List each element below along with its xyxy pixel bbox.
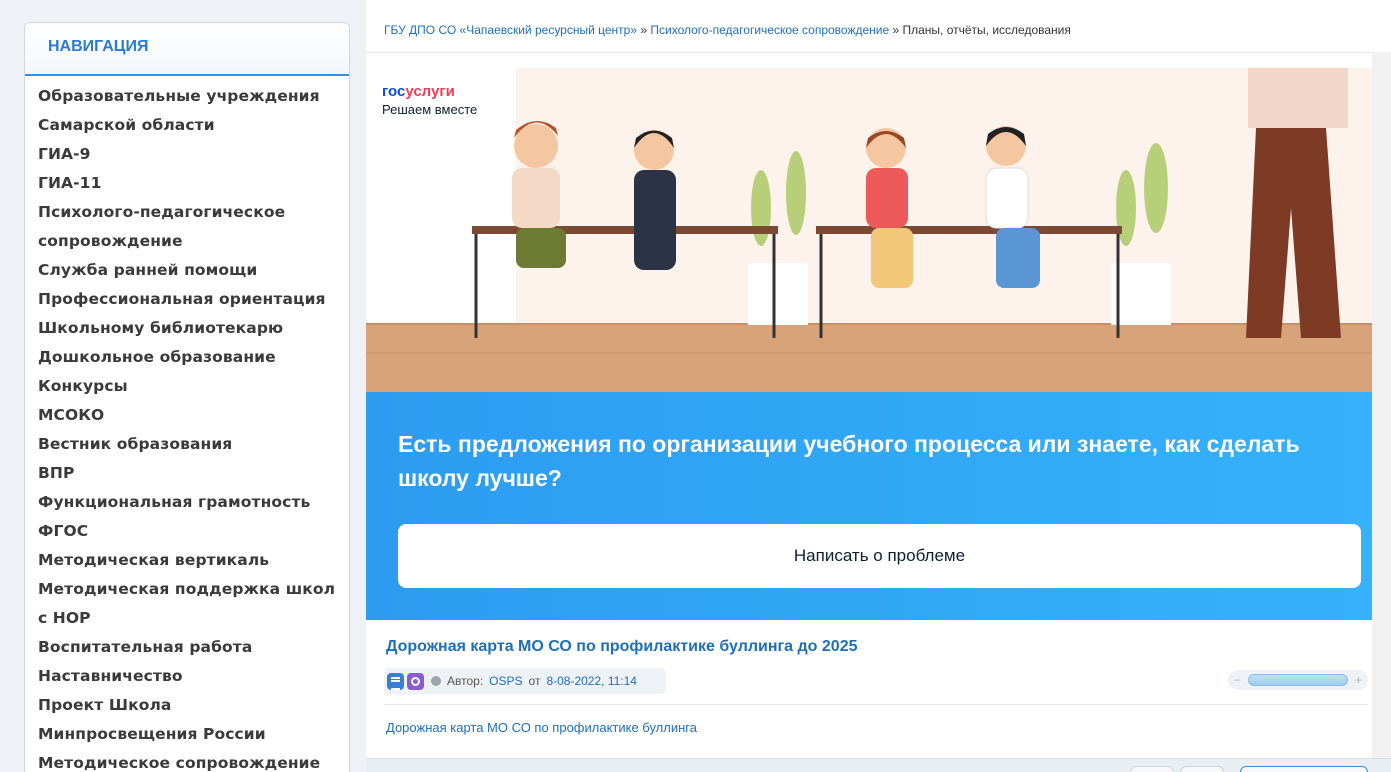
footer-tab-button[interactable] bbox=[1180, 766, 1224, 772]
breadcrumb-separator: » bbox=[889, 23, 903, 37]
sidebar-item[interactable]: Вестник образования bbox=[38, 430, 349, 459]
gosuslugi-logo: госуслуги Решаем вместе bbox=[382, 83, 477, 117]
list-icon[interactable] bbox=[387, 672, 404, 690]
footer-more-button[interactable] bbox=[1240, 766, 1368, 772]
article-title-link[interactable]: Дорожная карта МО СО по профилактике бул… bbox=[386, 638, 858, 656]
article-meta: Автор: OSPS от 8-08-2022, 11:14 bbox=[384, 668, 666, 694]
classroom-illustration-image bbox=[366, 68, 1372, 392]
date-prefix: от bbox=[528, 674, 541, 688]
rating-widget: − + bbox=[1228, 670, 1368, 690]
footer-tab-button[interactable] bbox=[1130, 766, 1174, 772]
breadcrumb-link-section[interactable]: Психолого-педагогическое сопровождение bbox=[650, 23, 889, 37]
classroom-illustration: госуслуги Решаем вместе bbox=[366, 68, 1372, 392]
sidebar-item[interactable]: сопровождение bbox=[38, 227, 349, 256]
sidebar-item[interactable]: ГИА-9 bbox=[38, 140, 349, 169]
sidebar-item[interactable]: Школьному библиотекарю bbox=[38, 314, 349, 343]
sidebar-item[interactable]: ГИА-11 bbox=[38, 169, 349, 198]
sidebar-item[interactable]: Функциональная грамотность bbox=[38, 488, 349, 517]
sidebar-title: НАВИГАЦИЯ bbox=[48, 38, 149, 55]
sidebar-item[interactable]: ВПР bbox=[38, 459, 349, 488]
info-icon bbox=[431, 676, 441, 686]
sidebar-item[interactable]: Наставничество bbox=[38, 662, 349, 691]
sidebar-item[interactable]: Воспитательная работа bbox=[38, 633, 349, 662]
article-summary-link[interactable]: Дорожная карта МО СО по профилактике бул… bbox=[386, 720, 697, 735]
breadcrumb: ГБУ ДПО СО «Чапаевский ресурсный центр» … bbox=[384, 23, 1071, 37]
sidebar-item[interactable]: ФГОС bbox=[38, 517, 349, 546]
article-footer-bar bbox=[366, 758, 1391, 772]
divider bbox=[366, 52, 1391, 53]
gosuslugi-banner[interactable]: госуслуги Решаем вместе Есть предложения… bbox=[366, 68, 1372, 620]
sidebar-item[interactable]: Самарской области bbox=[38, 111, 349, 140]
date-link[interactable]: 8-08-2022, 11:14 bbox=[546, 674, 637, 688]
main-content: ГБУ ДПО СО «Чапаевский ресурсный центр» … bbox=[366, 0, 1391, 772]
logo-text-part2: услуги bbox=[405, 83, 455, 100]
banner-question: Есть предложения по организации учебного… bbox=[398, 431, 1300, 491]
sidebar-item[interactable]: Профессиональная ориентация bbox=[38, 285, 349, 314]
sidebar-item[interactable]: МСОКО bbox=[38, 401, 349, 430]
banner-cta-panel: Есть предложения по организации учебного… bbox=[366, 392, 1372, 620]
sidebar-item[interactable]: Проект Школа bbox=[38, 691, 349, 720]
navigation-sidebar: НАВИГАЦИЯ Образовательные учреждения Сам… bbox=[24, 22, 350, 772]
sidebar-item[interactable]: Психолого-педагогическое bbox=[38, 198, 349, 227]
sidebar-item[interactable]: Методическая вертикаль bbox=[38, 546, 349, 575]
sidebar-item[interactable]: с НОР bbox=[38, 604, 349, 633]
sidebar-header: НАВИГАЦИЯ bbox=[25, 23, 349, 76]
sidebar-item[interactable]: Конкурсы bbox=[38, 372, 349, 401]
divider bbox=[384, 704, 1368, 705]
logo-subtitle: Решаем вместе bbox=[382, 102, 478, 117]
scrollbar[interactable] bbox=[1372, 52, 1391, 758]
write-problem-button[interactable]: Написать о проблеме bbox=[398, 524, 1361, 588]
sidebar-item[interactable]: Методическое сопровождение bbox=[38, 749, 349, 772]
sidebar-item[interactable]: Служба ранней помощи bbox=[38, 256, 349, 285]
circle-icon[interactable] bbox=[407, 672, 424, 690]
author-prefix: Автор: bbox=[447, 674, 484, 688]
sidebar-menu: Образовательные учреждения Самарской обл… bbox=[25, 76, 349, 772]
breadcrumb-separator: » bbox=[637, 23, 651, 37]
sidebar-item[interactable]: Минпросвещения России bbox=[38, 720, 349, 749]
rating-minus-button[interactable]: − bbox=[1234, 673, 1241, 687]
rating-bar bbox=[1248, 674, 1348, 686]
rating-plus-button[interactable]: + bbox=[1355, 673, 1362, 687]
sidebar-item[interactable]: Дошкольное образование bbox=[38, 343, 349, 372]
breadcrumb-current: Планы, отчёты, исследования bbox=[902, 23, 1071, 37]
breadcrumb-link-home[interactable]: ГБУ ДПО СО «Чапаевский ресурсный центр» bbox=[384, 23, 637, 37]
logo-text-part1: гос bbox=[382, 83, 406, 100]
sidebar-item[interactable]: Методическая поддержка школ bbox=[38, 575, 349, 604]
author-link[interactable]: OSPS bbox=[489, 674, 522, 688]
sidebar-item[interactable]: Образовательные учреждения bbox=[38, 82, 349, 111]
